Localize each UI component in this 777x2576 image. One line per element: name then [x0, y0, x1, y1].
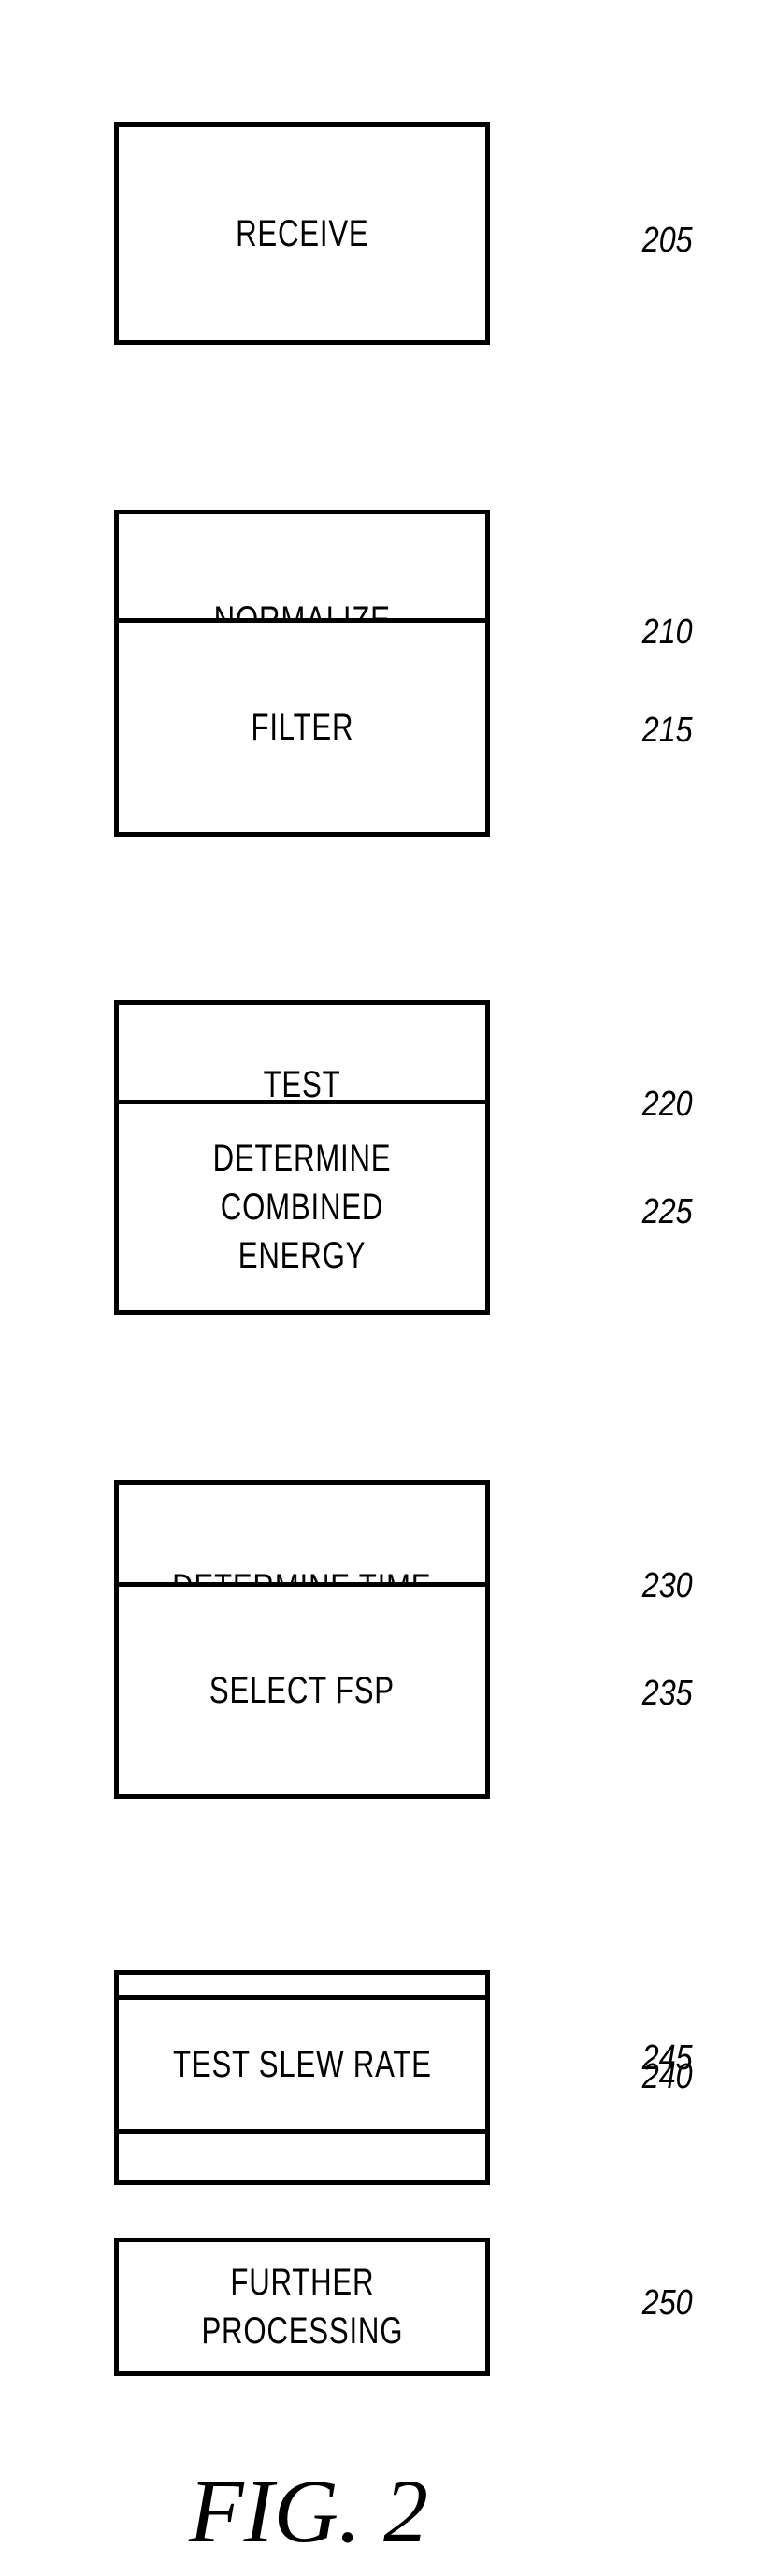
ref-numeral: 230 — [641, 1566, 693, 1605]
step-receive: RECEIVE — [114, 122, 490, 345]
step-select-fsp: SELECT FSP — [114, 1582, 490, 1799]
step-label: SELECT FSP — [209, 1670, 395, 1711]
step-label: DETERMINE COMBINED ENERGY — [212, 1138, 392, 1276]
step-label: RECEIVE — [235, 213, 369, 254]
ref-numeral: 225 — [641, 1192, 693, 1231]
step-label: FILTER — [251, 707, 353, 748]
step-filter: FILTER — [114, 618, 490, 837]
step-label: FURTHER PROCESSING — [201, 2262, 403, 2352]
step-further-processing: FURTHER PROCESSING — [114, 2238, 490, 2376]
ref-numeral: 220 — [641, 1085, 693, 1124]
step-determine-combined-energy: DETERMINE COMBINED ENERGY — [114, 1100, 490, 1315]
ref-numeral: 250 — [641, 2283, 693, 2323]
ref-numeral: 235 — [641, 1674, 693, 1713]
ref-numeral: 215 — [641, 711, 693, 750]
step-test-slew-rate: TEST SLEW RATE — [114, 1995, 490, 2134]
ref-numeral: 245 — [641, 2038, 693, 2078]
step-label: TEST SLEW RATE — [172, 2044, 432, 2085]
figure-caption: FIG. 2 — [189, 2461, 428, 2561]
ref-numeral: 205 — [641, 221, 693, 260]
ref-numeral: 210 — [641, 612, 693, 652]
